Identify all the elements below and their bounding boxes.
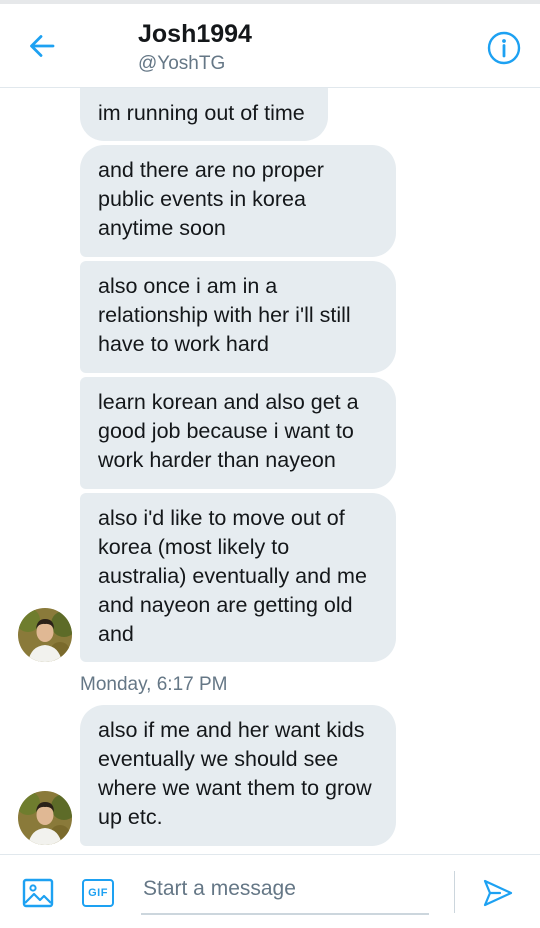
message-thread[interactable]: im running out of time and there are no … <box>0 88 540 854</box>
add-gif-button[interactable]: GIF <box>80 875 116 911</box>
message-bubble[interactable]: learn korean and also get a good job bec… <box>80 377 396 489</box>
contact-handle[interactable]: @YoshTG <box>138 53 225 75</box>
add-media-button[interactable] <box>20 875 56 911</box>
back-button[interactable] <box>22 26 62 66</box>
message-bubble[interactable]: also if me and her want kids eventually … <box>80 705 396 846</box>
send-icon <box>483 879 513 907</box>
message-bubble[interactable]: im running out of time <box>80 88 328 141</box>
conversation-header: Josh1994 @YoshTG <box>0 4 540 88</box>
info-button[interactable] <box>484 28 524 68</box>
message-composer: GIF <box>0 854 540 928</box>
avatar[interactable] <box>18 791 72 845</box>
message-bubble[interactable]: and there are no proper public events in… <box>80 145 396 257</box>
contact-name[interactable]: Josh1994 <box>138 20 252 49</box>
gif-icon: GIF <box>82 879 114 907</box>
info-circle-icon <box>487 31 521 65</box>
message-bubble[interactable]: also once i am in a relationship with he… <box>80 261 396 373</box>
image-icon <box>22 878 54 908</box>
send-button[interactable] <box>478 873 518 913</box>
message-input[interactable] <box>141 869 429 915</box>
message-timestamp: Monday, 6:17 PM <box>80 674 228 695</box>
message-bubble[interactable]: also i'd like to move out of korea (most… <box>80 493 396 662</box>
avatar[interactable] <box>18 608 72 662</box>
arrow-left-icon <box>30 35 55 57</box>
composer-divider <box>454 871 455 913</box>
